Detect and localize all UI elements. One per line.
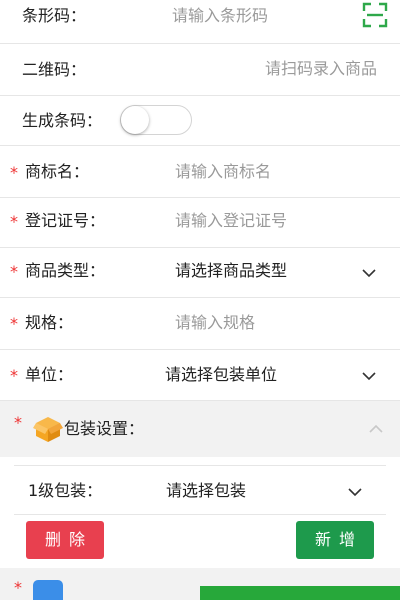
packaging-level1-label: 1级包装：	[28, 481, 103, 500]
barcode-input[interactable]: 请输入条形码	[172, 6, 268, 26]
required-mark: *	[10, 314, 18, 333]
product-type-select[interactable]: 请选择商品类型	[175, 261, 287, 281]
generate-barcode-label: 生成条码：	[22, 111, 103, 130]
qrcode-row: 二维码： 请扫码录入商品	[0, 44, 400, 96]
generate-barcode-row: 生成条码：	[0, 96, 400, 146]
required-mark-partial: *	[14, 578, 22, 597]
partial-icon	[33, 580, 63, 600]
product-type-label: 商品类型：	[25, 261, 106, 280]
unit-select[interactable]: 请选择包装单位	[165, 365, 277, 385]
qrcode-input[interactable]: 请扫码录入商品	[265, 59, 377, 79]
barcode-label: 条形码：	[22, 6, 87, 25]
product-type-row[interactable]: * 商品类型： 请选择商品类型	[0, 248, 400, 298]
packaging-level1-select[interactable]: 请选择包装	[166, 481, 246, 501]
brand-name-row: * 商标名： 请输入商标名	[0, 146, 400, 198]
chevron-down-icon	[362, 269, 376, 278]
packaging-level1-row[interactable]: 1级包装： 请选择包装	[14, 465, 386, 515]
qrcode-label: 二维码：	[22, 60, 87, 79]
box-icon	[33, 417, 63, 442]
unit-label: 单位：	[25, 365, 74, 384]
brand-name-input[interactable]: 请输入商标名	[175, 162, 271, 182]
required-mark: *	[14, 413, 22, 432]
packaging-title: 包装设置：	[64, 419, 145, 438]
add-button[interactable]: 新增	[296, 521, 374, 559]
brand-name-label: 商标名：	[25, 162, 90, 181]
spec-row: * 规格： 请输入规格	[0, 298, 400, 350]
delete-button[interactable]: 删除	[26, 521, 104, 559]
generate-barcode-toggle[interactable]	[120, 105, 192, 135]
product-form-page: 条形码： 请输入条形码 二维码： 请扫码录入商品 生成条码： * 商标名： 请输…	[0, 0, 400, 600]
registration-no-label: 登记证号：	[25, 211, 106, 230]
chevron-down-icon	[348, 488, 362, 497]
packaging-section-header[interactable]: * 包装设置：	[0, 401, 400, 457]
registration-no-row: * 登记证号： 请输入登记证号	[0, 198, 400, 248]
required-mark: *	[10, 262, 18, 281]
spec-input[interactable]: 请输入规格	[175, 313, 255, 333]
required-mark: *	[10, 163, 18, 182]
barcode-row: 条形码： 请输入条形码	[0, 0, 400, 44]
unit-row[interactable]: * 单位： 请选择包装单位	[0, 350, 400, 401]
scan-icon[interactable]	[362, 2, 388, 28]
chevron-down-icon	[362, 372, 376, 381]
required-mark: *	[10, 212, 18, 231]
toggle-knob	[121, 106, 149, 134]
chevron-up-icon[interactable]	[367, 420, 385, 438]
bottom-action-bar[interactable]	[200, 586, 400, 600]
required-mark: *	[10, 366, 18, 385]
spec-label: 规格：	[25, 313, 74, 332]
registration-no-input[interactable]: 请输入登记证号	[175, 211, 287, 231]
